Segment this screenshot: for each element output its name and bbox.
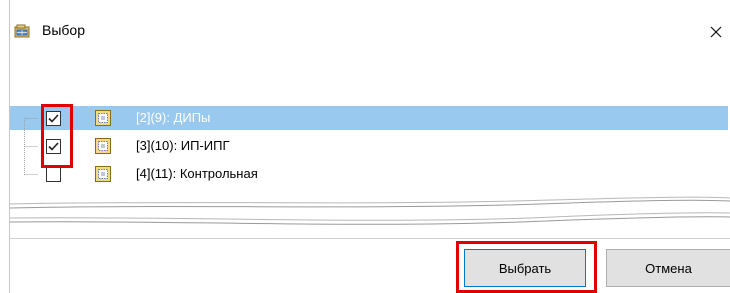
object-node-icon [95, 166, 111, 182]
tree-item-dipy[interactable]: [2](9): ДИПы [10, 106, 728, 130]
selection-dialog: Выбор [2](9): ДИПы [3](10): ИП-ИПГ [4](1… [0, 0, 730, 293]
torn-edge-separator [10, 196, 730, 225]
cancel-button-label: Отмена [645, 260, 692, 276]
folder-table-icon [14, 24, 30, 40]
cancel-button[interactable]: Отмена [606, 249, 730, 287]
footer-divider [10, 238, 730, 239]
tree-item-kontrolnaya[interactable]: [4](11): Контрольная [10, 162, 728, 186]
tree-list[interactable]: [2](9): ДИПы [3](10): ИП-ИПГ [4](11): Ко… [10, 106, 728, 200]
close-button[interactable] [702, 18, 730, 46]
window-title: Выбор [42, 22, 85, 38]
close-icon [710, 26, 722, 38]
tree-item-label: [3](10): ИП-ИПГ [136, 138, 230, 153]
tree-item-ip-ipg[interactable]: [3](10): ИП-ИПГ [10, 134, 728, 158]
tree-item-label: [2](9): ДИПы [136, 110, 211, 125]
title-bar[interactable]: Выбор [10, 0, 730, 66]
select-button[interactable]: Выбрать [464, 249, 586, 287]
select-button-label: Выбрать [498, 260, 552, 276]
tree-item-label: [4](11): Контрольная [136, 166, 258, 181]
checkbox-highlight-box [41, 104, 73, 168]
object-node-icon [95, 110, 111, 126]
object-node-icon [95, 138, 111, 154]
